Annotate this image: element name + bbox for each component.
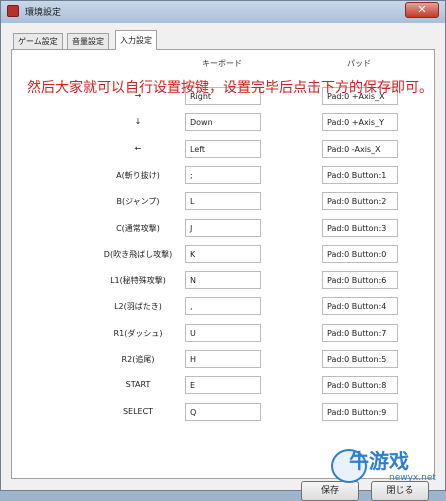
settings-window: 環境設定 ✕ ゲーム設定 音量設定 入力設定 キーボード パッド 保存 閉じる … [0,0,446,501]
window-title: 環境設定 [25,8,62,18]
keyboard-binding-field[interactable]: H [185,350,261,368]
keyboard-binding-field[interactable]: , [185,297,261,315]
watermark-text: 牛游戏 [349,449,409,473]
binding-label: L1(秘特殊攻撃) [110,276,166,285]
tab-input-settings[interactable]: 入力設定 [115,30,157,50]
binding-label: R1(ダッシュ) [113,329,163,338]
pad-binding-field[interactable]: Pad:0 Button:5 [322,350,398,368]
pad-binding-field[interactable]: Pad:0 Button:1 [322,166,398,184]
binding-label: L2(羽ばたき) [114,302,162,311]
tab-game-settings[interactable]: ゲーム設定 [13,33,63,49]
pad-binding-field[interactable]: Pad:0 Button:4 [322,297,398,315]
binding-label: ← [134,144,142,153]
pad-binding-field[interactable]: Pad:0 Button:6 [322,271,398,289]
watermark-url: newyx.net [389,473,436,483]
binding-label: D(吹き飛ばし攻撃) [103,250,173,259]
binding-label: C(通常攻撃) [116,224,160,233]
keyboard-binding-field[interactable]: N [185,271,261,289]
keyboard-binding-field[interactable]: U [185,324,261,342]
pad-binding-field[interactable]: Pad:0 Button:2 [322,192,398,210]
keyboard-binding-field[interactable]: J [185,219,261,237]
binding-label: B(ジャンプ) [116,197,160,206]
pad-column-header: パッド [347,59,371,68]
app-icon [7,5,19,17]
binding-label: SELECT [122,407,154,416]
keyboard-column-header: キーボード [202,59,242,68]
keyboard-binding-field[interactable]: Down [185,113,261,131]
pad-binding-field[interactable]: Pad:0 Button:9 [322,403,398,421]
pad-binding-field[interactable]: Pad:0 Button:7 [322,324,398,342]
binding-label: START [125,380,151,389]
keyboard-binding-field[interactable]: Left [185,140,261,158]
title-bar[interactable]: 環境設定 ✕ [1,1,445,23]
tab-volume-settings[interactable]: 音量設定 [67,33,109,49]
window-close-button[interactable]: ✕ [405,2,439,18]
binding-label: A(斬り抜け) [116,171,160,180]
pad-binding-field[interactable]: Pad:0 Button:3 [322,219,398,237]
binding-label: ↓ [134,117,142,126]
pad-binding-field[interactable]: Pad:0 -Axis_X [322,140,398,158]
overlay-instruction: 然后大家就可以自行设置按键，设置完毕后点击下方的保存即可。 [27,80,433,96]
keyboard-binding-field[interactable]: Q [185,403,261,421]
keyboard-binding-field[interactable]: E [185,376,261,394]
keyboard-binding-field[interactable]: K [185,245,261,263]
keyboard-binding-field[interactable]: L [185,192,261,210]
pad-binding-field[interactable]: Pad:0 Button:8 [322,376,398,394]
binding-label: R2(追尾) [121,355,155,364]
watermark: 牛游戏 newyx.net [331,441,443,489]
pad-binding-field[interactable]: Pad:0 Button:0 [322,245,398,263]
keyboard-binding-field[interactable]: ; [185,166,261,184]
pad-binding-field[interactable]: Pad:0 +Axis_Y [322,113,398,131]
